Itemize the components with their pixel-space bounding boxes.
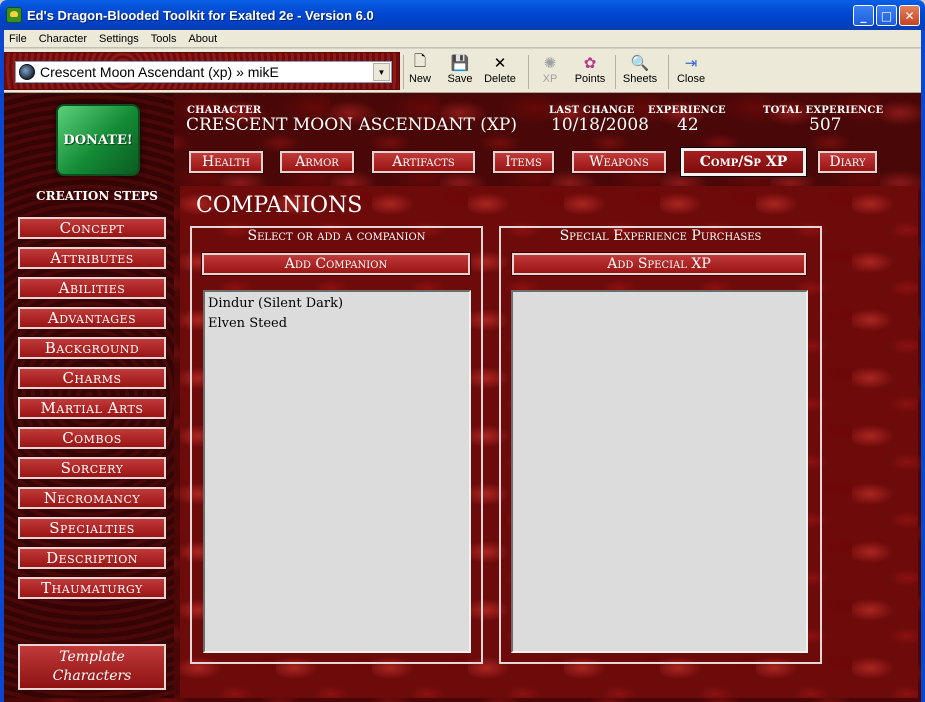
sheets-button-label: Sheets	[622, 73, 658, 85]
menu-bar: File Character Settings Tools About	[0, 30, 925, 48]
save-button[interactable]: 💾 Save	[444, 53, 476, 91]
points-button-label: Points	[574, 73, 606, 85]
special-xp-group-title: Special Experience Purchases	[559, 228, 762, 244]
character-portrait-icon	[19, 64, 35, 80]
donate-button[interactable]: DONATE!	[56, 104, 140, 176]
menu-settings[interactable]: Settings	[93, 33, 145, 45]
maximize-icon: □	[880, 8, 893, 23]
xp-icon: ✺	[543, 55, 557, 72]
list-item[interactable]: Dindur (Silent Dark)	[208, 294, 466, 314]
companion-list[interactable]: Dindur (Silent Dark) Elven Steed	[203, 290, 471, 653]
special-xp-list[interactable]	[511, 290, 808, 653]
step-thaumaturgy-button[interactable]: Thaumaturgy	[17, 576, 167, 600]
tab-armor[interactable]: Armor	[279, 150, 355, 174]
step-advantages-button[interactable]: Advantages	[17, 306, 167, 330]
tab-diary[interactable]: Diary	[817, 150, 878, 174]
close-window-button[interactable]: ✕	[899, 5, 920, 26]
toolbar-separator	[528, 55, 529, 89]
list-item[interactable]: Elven Steed	[208, 314, 466, 334]
xp-button-label: XP	[542, 73, 558, 85]
step-sorcery-button[interactable]: Sorcery	[17, 456, 167, 480]
add-special-xp-button[interactable]: Add Special XP	[511, 252, 807, 276]
tab-health[interactable]: Health	[188, 150, 264, 174]
step-concept-button[interactable]: Concept	[17, 216, 167, 240]
close-button-label: Close	[676, 73, 706, 85]
minimize-button[interactable]: _	[853, 5, 874, 26]
toolbar-separator	[615, 55, 616, 89]
new-document-icon: 🗋	[413, 52, 427, 70]
close-icon: ✕	[904, 8, 915, 23]
x-delete-icon: ✕	[493, 55, 507, 72]
minimize-icon: _	[860, 8, 867, 23]
sheets-button[interactable]: 🔍 Sheets	[621, 53, 659, 91]
character-select-value: Crescent Moon Ascendant (xp) » mikE	[40, 64, 279, 80]
dragon-app-icon	[6, 7, 22, 23]
window-border-right	[921, 30, 925, 702]
step-combos-button[interactable]: Combos	[17, 426, 167, 450]
page-title: COMPANIONS	[196, 193, 363, 218]
tab-items[interactable]: Items	[492, 150, 555, 174]
experience-value: 42	[677, 115, 699, 135]
save-button-label: Save	[447, 73, 473, 85]
add-companion-button[interactable]: Add Companion	[201, 252, 471, 276]
exit-door-icon: ⇥	[684, 55, 698, 72]
template-line1: Template	[59, 649, 125, 665]
xp-button[interactable]: ✺ XP	[537, 53, 563, 91]
sheets-magnifier-icon: 🔍	[630, 55, 650, 72]
step-description-button[interactable]: Description	[17, 546, 167, 570]
menu-character[interactable]: Character	[33, 33, 93, 45]
delete-button[interactable]: ✕ Delete	[482, 53, 518, 91]
toolbar: Crescent Moon Ascendant (xp) » mikE ▼ 🗋 …	[0, 49, 925, 93]
delete-button-label: Delete	[484, 73, 516, 85]
window-border-left	[0, 30, 4, 702]
sidebar	[4, 93, 174, 698]
window-controls: _ □ ✕	[853, 5, 920, 26]
window-title: Ed's Dragon-Blooded Toolkit for Exalted …	[27, 7, 374, 23]
step-abilities-button[interactable]: Abilities	[17, 276, 167, 300]
menu-tools[interactable]: Tools	[145, 33, 183, 45]
companion-group-title: Select or add a companion	[247, 228, 426, 244]
new-button[interactable]: 🗋 New	[406, 53, 434, 91]
step-background-button[interactable]: Background	[17, 336, 167, 360]
toolbar-separator	[403, 55, 404, 89]
toolbar-separator	[668, 55, 669, 89]
step-attributes-button[interactable]: Attributes	[17, 246, 167, 270]
donate-label: DONATE!	[63, 132, 133, 148]
maximize-button[interactable]: □	[876, 5, 897, 26]
template-characters-button[interactable]: Template Characters	[17, 643, 167, 691]
points-icon: ✿	[583, 55, 597, 72]
close-button[interactable]: ⇥ Close	[675, 53, 707, 91]
tab-comp-sp-xp[interactable]: Comp/Sp XP	[680, 147, 807, 177]
tab-weapons[interactable]: Weapons	[571, 150, 667, 174]
step-necromancy-button[interactable]: Necromancy	[17, 486, 167, 510]
points-button[interactable]: ✿ Points	[573, 53, 607, 91]
new-button-label: New	[408, 73, 431, 85]
tab-artifacts[interactable]: Artifacts	[371, 150, 476, 174]
step-martial-arts-button[interactable]: Martial Arts	[17, 396, 167, 420]
creation-steps-title: CREATION STEPS	[36, 189, 158, 203]
chevron-down-icon[interactable]: ▼	[373, 63, 390, 81]
character-select[interactable]: Crescent Moon Ascendant (xp) » mikE ▼	[15, 61, 392, 83]
character-select-frame: Crescent Moon Ascendant (xp) » mikE ▼	[4, 52, 400, 90]
menu-file[interactable]: File	[3, 33, 33, 45]
step-specialties-button[interactable]: Specialties	[17, 516, 167, 540]
last-change-value: 10/18/2008	[551, 115, 649, 135]
character-name: CRESCENT MOON ASCENDANT (XP)	[186, 115, 518, 135]
total-experience-value: 507	[809, 115, 842, 135]
template-line2: Characters	[52, 668, 132, 684]
step-charms-button[interactable]: Charms	[17, 366, 167, 390]
title-bar[interactable]: Ed's Dragon-Blooded Toolkit for Exalted …	[0, 0, 925, 30]
floppy-disk-icon: 💾	[450, 55, 470, 72]
menu-about[interactable]: About	[182, 33, 223, 45]
